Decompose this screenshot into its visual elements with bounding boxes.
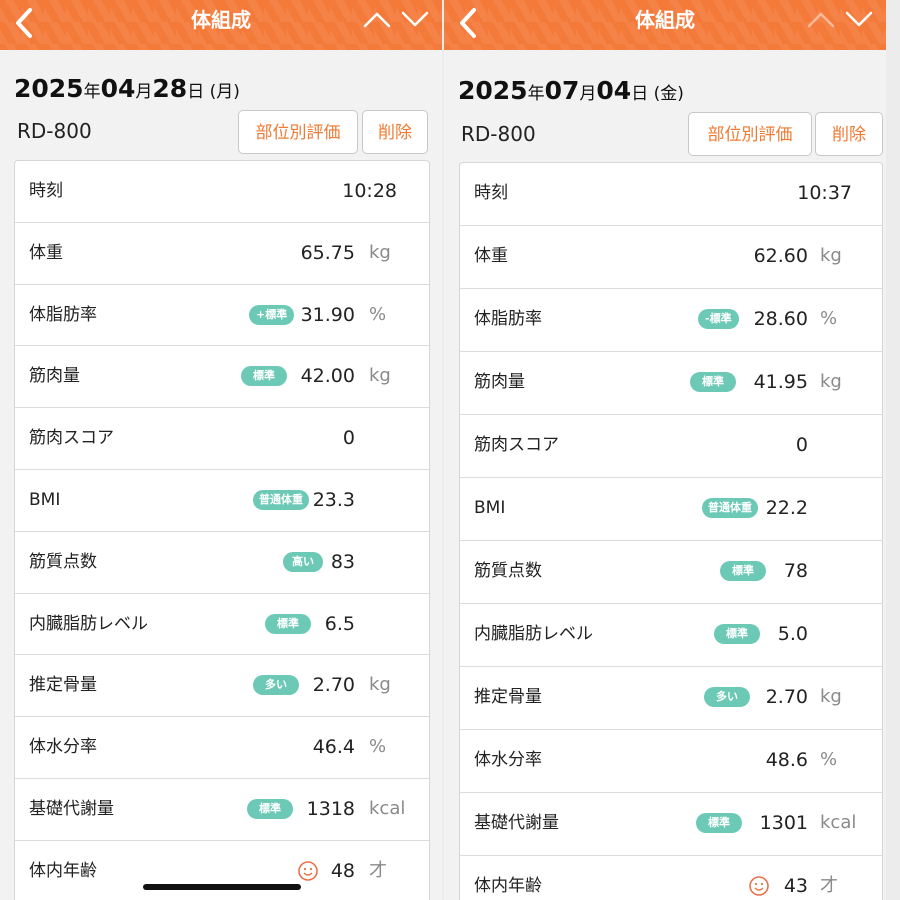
status-badge: 標準: [241, 366, 287, 387]
panel-right: 体組成 2025年07月04日 (金) RD-800 部位別評価 削除 時刻 10…: [444, 0, 886, 900]
chevron-up-icon[interactable]: [362, 8, 392, 30]
row-bmi: BMI 普通体重 23.3: [15, 470, 429, 532]
panel-left: 体組成 2025年04月28日 (月) RD-800 部位別評価 削除 時刻 10…: [0, 0, 442, 900]
header-bar: 体組成: [444, 0, 886, 50]
metrics-card: 時刻 10:28 体重 65.75 kg 体脂肪率 +標準 31.90% 筋肉量 標準 42.…: [14, 160, 430, 900]
status-badge: 多い: [253, 675, 299, 696]
row-muscle-score: 筋肉スコア 0: [460, 415, 882, 478]
status-badge: 標準: [720, 561, 766, 581]
delete-button[interactable]: 削除: [815, 112, 883, 156]
row-weight: 体重 65.75 kg: [15, 223, 429, 285]
row-muscle-quality: 筋質点数 標準 78: [460, 541, 882, 604]
measurement-date: 2025年07月04日 (金): [458, 76, 684, 105]
row-basal-metabolism: 基礎代謝量 標準 1318 kcal: [15, 779, 429, 841]
row-muscle-quality: 筋質点数 高い 83: [15, 532, 429, 594]
chevron-up-icon[interactable]: [806, 8, 836, 30]
status-badge: 高い: [283, 551, 323, 572]
status-badge: 標準: [714, 624, 760, 644]
row-time: 時刻 10:37: [460, 163, 882, 226]
row-body-age: 体内年齢 43 才: [460, 856, 882, 900]
home-indicator: [143, 884, 301, 890]
header-bar: 体組成: [0, 0, 442, 50]
device-name: RD-800: [461, 122, 536, 146]
status-badge: 普通体重: [253, 489, 309, 510]
status-badge: +標準: [249, 304, 295, 325]
part-evaluation-button[interactable]: 部位別評価: [238, 110, 358, 154]
face-icon: [298, 860, 318, 881]
status-badge: -標準: [698, 309, 739, 329]
chevron-down-icon[interactable]: [400, 8, 430, 30]
row-muscle-mass: 筋肉量 標準 41.95 kg: [460, 352, 882, 415]
delete-button[interactable]: 削除: [362, 110, 428, 154]
status-badge: 普通体重: [702, 498, 758, 518]
status-badge: 標準: [265, 613, 311, 634]
row-bmi: BMI 普通体重 22.2: [460, 478, 882, 541]
row-bone-mass: 推定骨量 多い 2.70 kg: [15, 655, 429, 718]
row-weight: 体重 62.60 kg: [460, 226, 882, 289]
row-visceral-fat: 内臓脂肪レベル 標準 6.5: [15, 594, 429, 656]
row-basal-metabolism: 基礎代謝量 標準 1301 kcal: [460, 793, 882, 856]
row-body-water: 体水分率 48.6%: [460, 730, 882, 793]
row-muscle-mass: 筋肉量 標準 42.00 kg: [15, 346, 429, 409]
row-body-water: 体水分率 46.4%: [15, 717, 429, 779]
status-badge: 多い: [704, 687, 750, 707]
row-body-fat: 体脂肪率 +標準 31.90%: [15, 285, 429, 347]
row-bone-mass: 推定骨量 多い 2.70 kg: [460, 667, 882, 730]
metrics-card: 時刻 10:37 体重 62.60 kg 体脂肪率 -標準 28.60% 筋肉量 標準 41.…: [459, 162, 883, 900]
row-body-fat: 体脂肪率 -標準 28.60%: [460, 289, 882, 352]
chevron-down-icon[interactable]: [844, 8, 874, 30]
row-body-age: 体内年齢 48 才: [15, 841, 429, 900]
device-name: RD-800: [17, 119, 92, 143]
measurement-date: 2025年04月28日 (月): [14, 74, 240, 103]
row-visceral-fat: 内臓脂肪レベル 標準 5.0: [460, 604, 882, 667]
part-evaluation-button[interactable]: 部位別評価: [688, 112, 812, 156]
face-icon: [749, 876, 769, 896]
status-badge: 標準: [690, 372, 736, 392]
row-time: 時刻 10:28: [15, 161, 429, 223]
row-muscle-score: 筋肉スコア 0: [15, 408, 429, 470]
status-badge: 標準: [247, 798, 293, 819]
status-badge: 標準: [696, 813, 742, 833]
